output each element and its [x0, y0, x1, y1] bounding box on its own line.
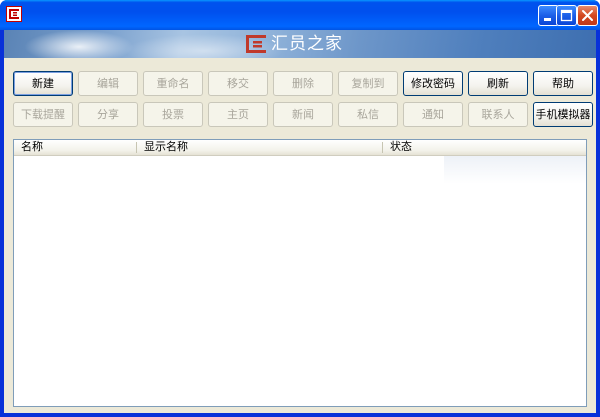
title-bar[interactable]	[0, 0, 600, 30]
download-reminder-button[interactable]: 下载提醒	[13, 102, 73, 127]
column-header-name[interactable]: 名称	[14, 140, 137, 155]
refresh-button[interactable]: 刷新	[468, 71, 528, 96]
close-icon	[582, 10, 593, 21]
app-logo-icon[interactable]	[6, 6, 22, 22]
column-header-status[interactable]: 状态	[383, 140, 586, 155]
banner-cloud	[24, 30, 134, 58]
news-button[interactable]: 新闻	[273, 102, 333, 127]
maximize-button[interactable]	[556, 5, 577, 26]
notice-button[interactable]: 通知	[403, 102, 463, 127]
window-title	[28, 8, 138, 20]
column-header-label: 状态	[390, 140, 412, 153]
share-button[interactable]: 分享	[78, 102, 138, 127]
vote-button[interactable]: 投票	[143, 102, 203, 127]
list-header: 名称 显示名称 状态	[14, 140, 586, 156]
maximize-icon	[560, 9, 573, 22]
header-banner: 汇员之家	[4, 30, 596, 58]
private-message-button[interactable]: 私信	[338, 102, 398, 127]
column-header-label: 显示名称	[144, 140, 188, 153]
client-area: 汇员之家 新建 编辑 重命名 移交 删除 复制到 修改密码 刷新 帮助 下载提醒…	[4, 30, 596, 413]
contacts-button[interactable]: 联系人	[468, 102, 528, 127]
new-button[interactable]: 新建	[13, 71, 73, 96]
main-window: 汇员之家 新建 编辑 重命名 移交 删除 复制到 修改密码 刷新 帮助 下载提醒…	[0, 0, 600, 417]
account-list[interactable]: 名称 显示名称 状态	[13, 139, 587, 407]
logo-text: 汇员之家	[271, 34, 343, 54]
column-header-display-name[interactable]: 显示名称	[137, 140, 383, 155]
phone-simulator-button[interactable]: 手机模拟器	[533, 102, 593, 127]
transfer-button[interactable]: 移交	[208, 71, 268, 96]
help-button[interactable]: 帮助	[533, 71, 593, 96]
rename-button[interactable]: 重命名	[143, 71, 203, 96]
change-password-button[interactable]: 修改密码	[403, 71, 463, 96]
list-body[interactable]	[14, 156, 586, 406]
list-highlight	[444, 156, 586, 184]
close-button[interactable]	[577, 5, 598, 26]
hy-logo-mark-icon	[246, 35, 266, 53]
edit-button[interactable]: 编辑	[78, 71, 138, 96]
homepage-button[interactable]: 主页	[208, 102, 268, 127]
delete-button[interactable]: 删除	[273, 71, 333, 96]
copy-to-button[interactable]: 复制到	[338, 71, 398, 96]
column-header-label: 名称	[21, 140, 43, 153]
